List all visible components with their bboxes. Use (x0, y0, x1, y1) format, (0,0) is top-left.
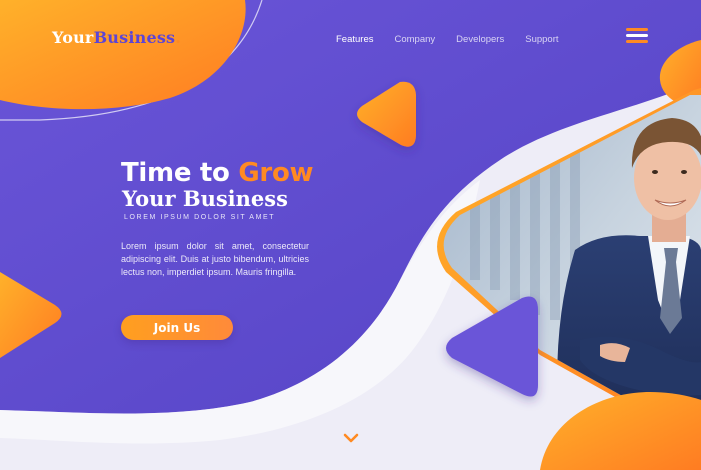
brand-logo[interactable]: YourBusiness. (52, 28, 181, 47)
headline-text: Time to (121, 158, 239, 188)
join-us-button[interactable]: Join Us (121, 315, 233, 340)
nav-item-features[interactable]: Features (336, 34, 374, 45)
nav-item-developers[interactable]: Developers (456, 34, 504, 45)
headline-highlight: Grow (238, 158, 314, 188)
hero-background (0, 0, 701, 470)
menu-bar-bottom (626, 40, 648, 43)
hero-body-text: Lorem ipsum dolor sit amet, consectetur … (121, 241, 309, 278)
hero-subheadline: Your Business (122, 186, 288, 211)
brand-name: Business (93, 28, 176, 47)
brand-prefix: Your (52, 28, 94, 47)
brand-dot: . (175, 28, 182, 47)
hero-headline: Time to Grow (121, 158, 314, 188)
nav-item-support[interactable]: Support (525, 34, 558, 45)
hero-tagline: LOREM IPSUM DOLOR SIT AMET (124, 214, 276, 221)
main-nav: Features Company Developers Support (336, 34, 580, 45)
menu-bar-top (626, 28, 648, 31)
menu-bar-middle (626, 34, 648, 37)
nav-item-company[interactable]: Company (395, 34, 436, 45)
landing-page: YourBusiness. Features Company Developer… (0, 0, 701, 470)
hamburger-menu-icon[interactable] (624, 28, 650, 44)
chevron-down-icon[interactable] (341, 431, 361, 445)
